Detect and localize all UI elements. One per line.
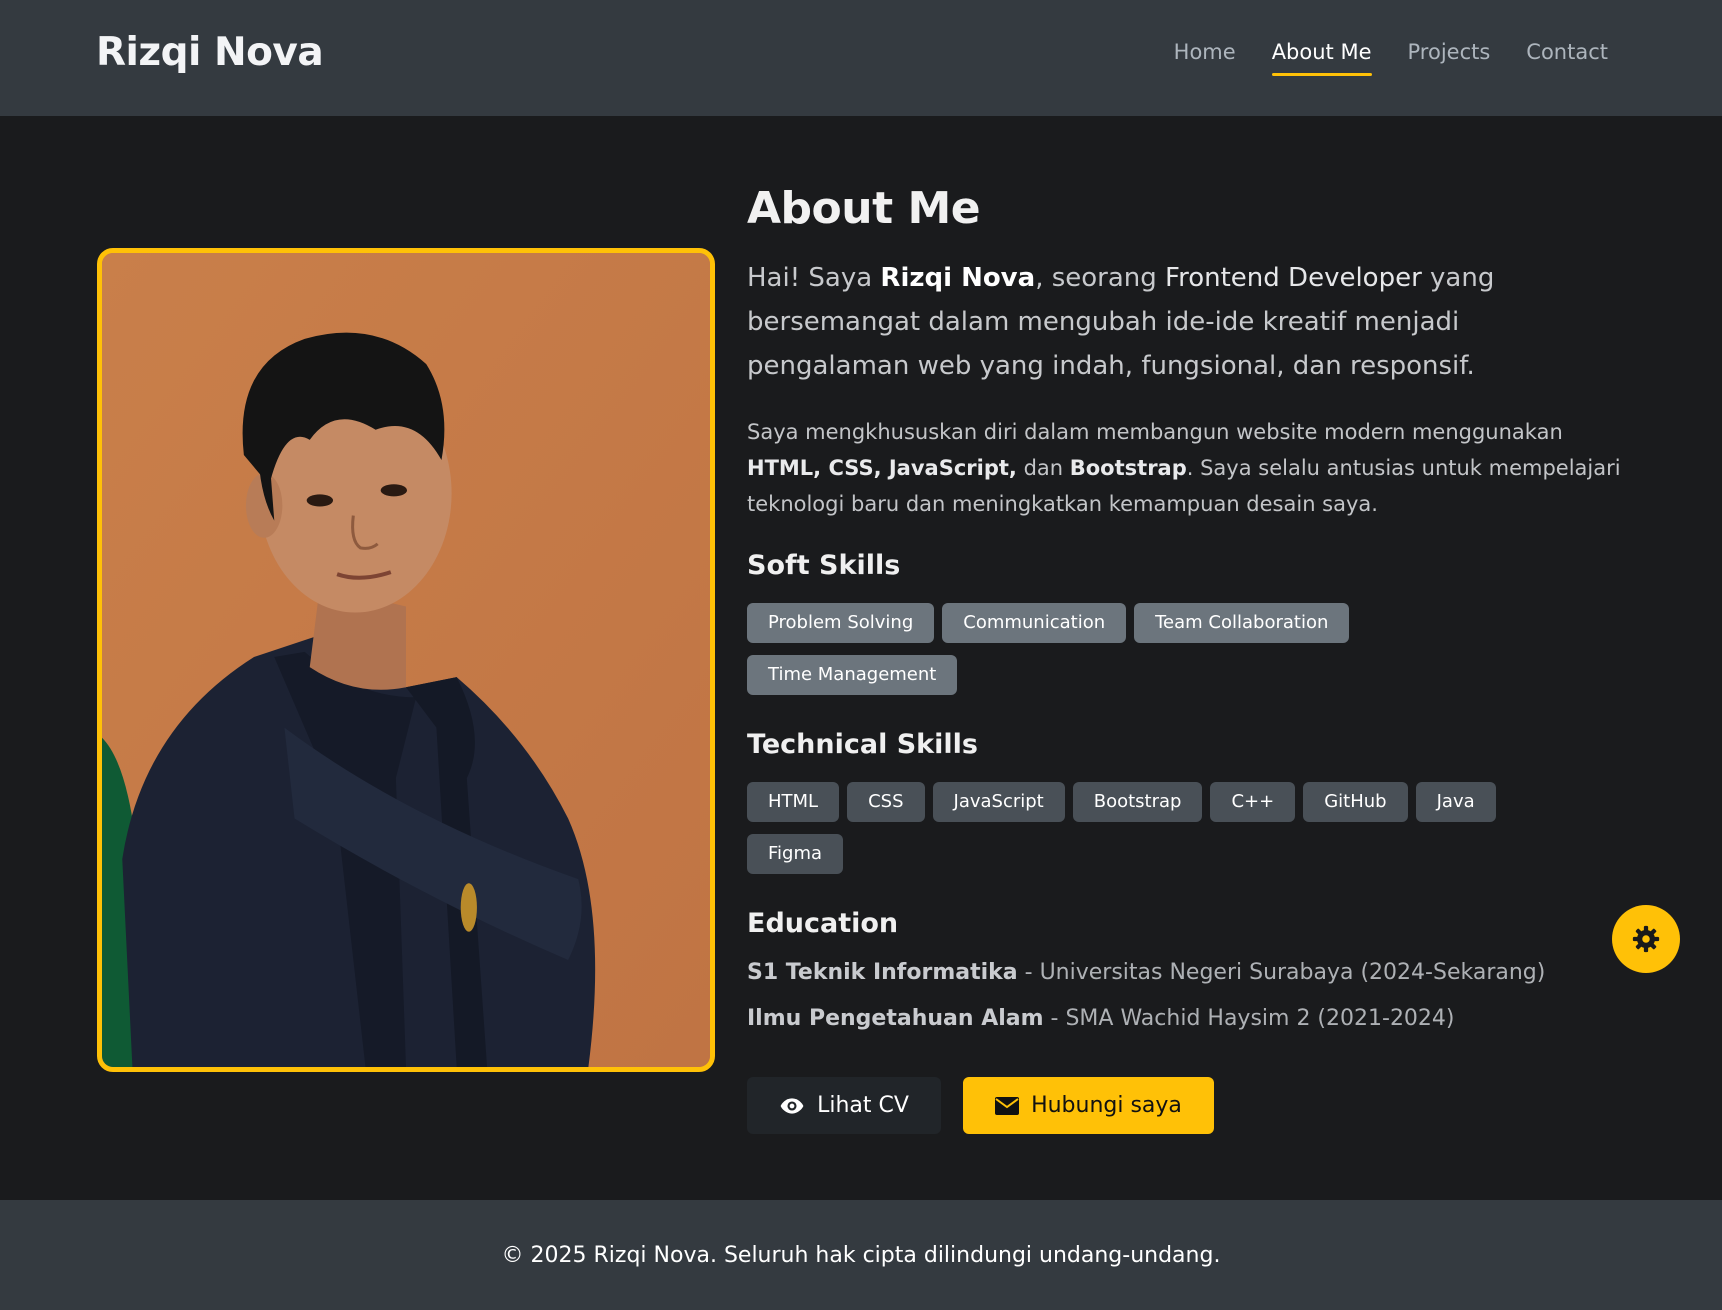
education-degree: Ilmu Pengetahuan Alam [747, 1006, 1044, 1031]
para-framework: Bootstrap [1069, 456, 1187, 480]
soft-skill-badge: Time Management [747, 655, 958, 695]
profile-photo [97, 248, 715, 1072]
view-cv-label: Lihat CV [817, 1093, 909, 1118]
intro-paragraph: Saya mengkhususkan diri dalam membangun … [747, 414, 1637, 522]
tech-skill-badge: JavaScript [932, 782, 1065, 822]
lead-mid: , seorang [1035, 263, 1166, 293]
soft-skills-list: Problem Solving Communication Team Collabo… [747, 603, 1647, 707]
about-section: About Me Hai! Saya Rizqi Nova, seorang F… [747, 175, 1637, 1035]
education-degree: S1 Teknik Informatika [747, 960, 1018, 985]
para-tech: HTML, CSS, JavaScript, [747, 456, 1017, 480]
nav-link-projects[interactable]: Projects [1408, 40, 1491, 76]
footer-copyright: © 2025 Rizqi Nova. Seluruh hak cipta dil… [501, 1242, 1221, 1268]
soft-skill-badge: Problem Solving [747, 603, 935, 643]
intro-lead: Hai! Saya Rizqi Nova, seorang Frontend D… [747, 256, 1577, 388]
tech-skill-badge: CSS [847, 782, 925, 822]
view-cv-button[interactable]: Lihat CV [747, 1077, 941, 1134]
profile-photo-illustration [102, 253, 710, 1067]
nav-link-contact[interactable]: Contact [1526, 40, 1608, 76]
para-start: Saya mengkhususkan diri dalam membangun … [747, 420, 1563, 444]
education-title: Education [747, 908, 899, 939]
footer: © 2025 Rizqi Nova. Seluruh hak cipta dil… [0, 1200, 1722, 1310]
nav-link-home[interactable]: Home [1174, 40, 1236, 76]
soft-skills-title: Soft Skills [747, 550, 901, 581]
tech-skill-badge: C++ [1210, 782, 1296, 822]
education-entry: S1 Teknik Informatika - Universitas Nege… [747, 957, 1637, 989]
gear-icon [1632, 925, 1660, 953]
para-and: dan [1016, 456, 1070, 480]
education-entry: Ilmu Pengetahuan Alam - SMA Wachid Haysi… [747, 1003, 1637, 1035]
technical-skills-title: Technical Skills [747, 729, 978, 760]
page-title: About Me [747, 183, 981, 234]
lead-intro: Hai! Saya [747, 263, 881, 293]
education-detail: - SMA Wachid Haysim 2 (2021-2024) [1043, 1006, 1455, 1031]
brand-logo[interactable]: Rizqi Nova [96, 30, 324, 75]
technical-skills-list: HTML CSS JavaScript Bootstrap C++ GitHub Java F… [747, 782, 1647, 886]
education-list: S1 Teknik Informatika - Universitas Nege… [747, 957, 1637, 1035]
navbar: Rizqi Nova Home About Me Projects Contac… [0, 0, 1722, 116]
tech-skill-badge: Figma [747, 834, 844, 874]
soft-skill-badge: Team Collaboration [1134, 603, 1350, 643]
education-detail: - Universitas Negeri Surabaya (2024-Seka… [1017, 960, 1546, 985]
soft-skill-badge: Communication [942, 603, 1127, 643]
nav-links: Home About Me Projects Contact [1174, 40, 1608, 76]
settings-fab[interactable] [1612, 905, 1680, 973]
tech-skill-badge: Java [1415, 782, 1496, 822]
envelope-icon [995, 1096, 1020, 1115]
tech-skill-badge: HTML [747, 782, 840, 822]
lead-role: Frontend Developer [1165, 263, 1422, 293]
lead-name: Rizqi Nova [880, 263, 1036, 293]
contact-me-label: Hubungi saya [1031, 1093, 1182, 1118]
eye-icon [780, 1097, 804, 1114]
tech-skill-badge: Bootstrap [1072, 782, 1203, 822]
contact-me-button[interactable]: Hubungi saya [963, 1077, 1214, 1134]
nav-link-about-me[interactable]: About Me [1271, 40, 1372, 76]
tech-skill-badge: GitHub [1303, 782, 1408, 822]
